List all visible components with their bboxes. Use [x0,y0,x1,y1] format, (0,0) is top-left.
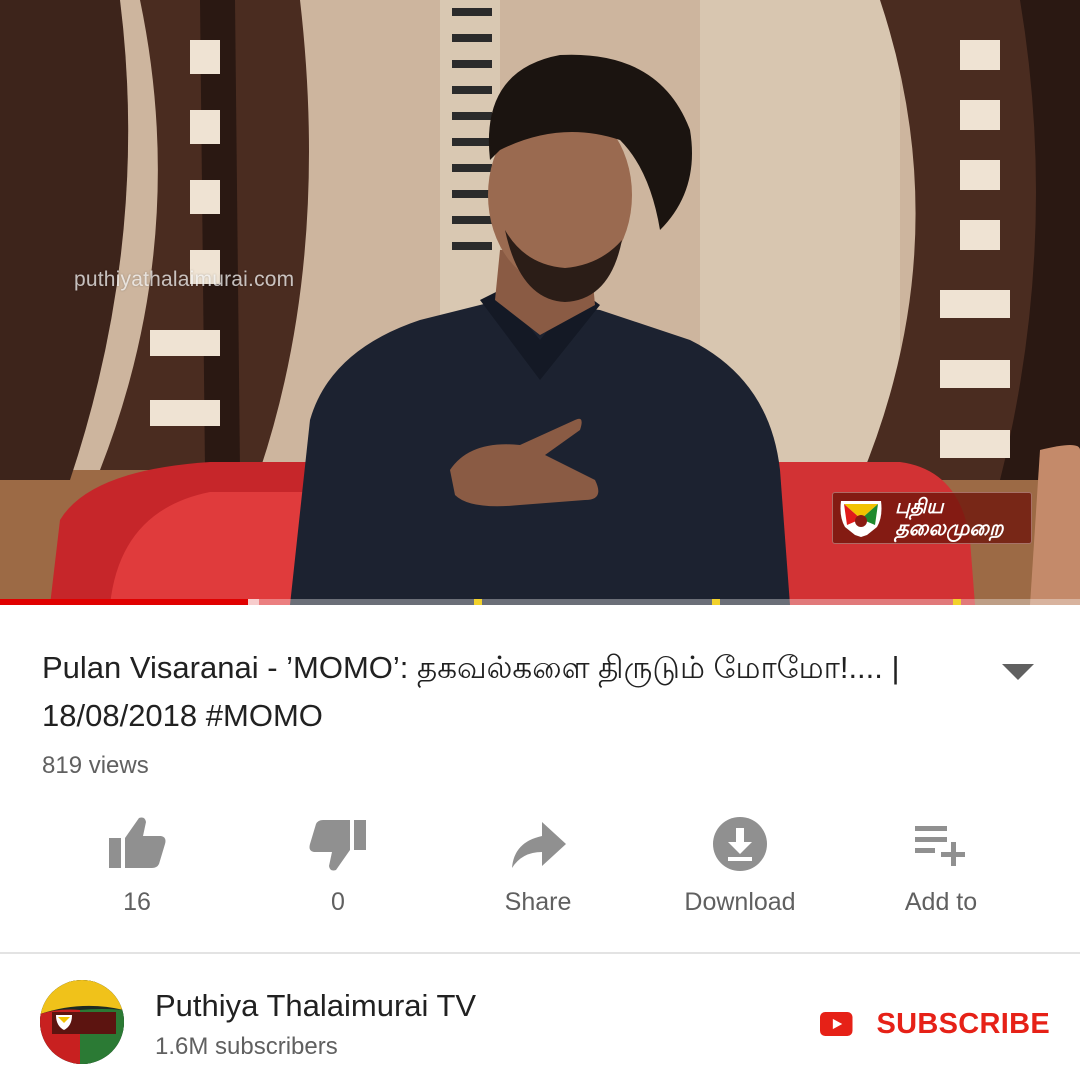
played-bar [0,599,249,605]
channel-name[interactable]: Puthiya Thalaimurai TV [155,988,476,1024]
subscribe-label: SUBSCRIBE [876,1007,1050,1040]
share-button[interactable]: Share [438,812,638,922]
channel-avatar[interactable] [40,980,124,1064]
download-button[interactable]: Download [640,812,840,922]
share-label: Share [504,888,572,916]
add-to-button[interactable]: Add to [841,812,1041,922]
share-icon [512,822,566,868]
video-title: Pulan Visaranai - ’MOMO’: தகவல்களை திருட… [42,650,900,733]
dislike-count: 0 [331,888,345,916]
video-watermark: puthiyathalaimurai.com [74,268,295,291]
thumbs-up-icon [109,817,166,868]
add-to-playlist-icon [915,826,965,866]
like-count: 16 [123,888,151,916]
section-divider [0,952,1080,954]
ad-marker [712,599,720,605]
download-label: Download [684,888,796,916]
like-button[interactable]: 16 [37,812,237,922]
thumbs-down-icon [309,820,366,871]
video-player[interactable]: puthiyathalaimurai.com புதிய தலைமுறை [0,0,1080,605]
channel-bug-overlay: புதிய தலைமுறை [832,492,1032,544]
download-icon [713,817,767,871]
channel-bug-line2: தலைமுறை [895,517,1004,540]
dislike-button[interactable]: 0 [238,812,438,922]
youtube-play-icon [820,1012,853,1036]
subscribe-button[interactable]: SUBSCRIBE [820,1000,1050,1048]
view-count: 819 views [42,752,149,779]
ad-marker [474,599,482,605]
subscriber-count: 1.6M subscribers [155,1033,338,1060]
expand-description-icon[interactable] [1000,660,1036,684]
add-to-label: Add to [904,888,978,916]
channel-logo-icon [840,501,882,537]
channel-avatar-logo-icon [40,980,124,1064]
ad-marker [953,599,961,605]
video-progress-bar[interactable] [0,599,1080,605]
